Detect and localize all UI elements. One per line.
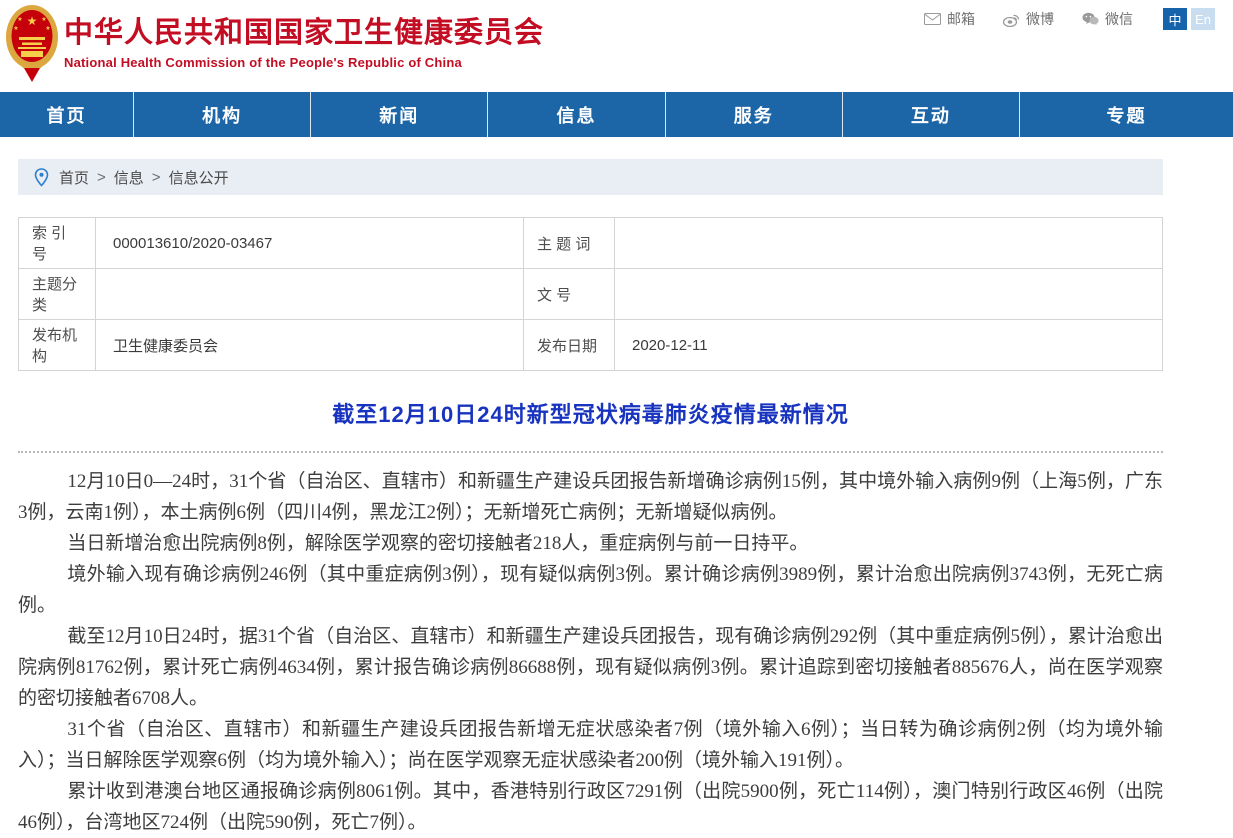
doc-number-label: 文 号	[523, 268, 615, 320]
dotted-divider	[18, 451, 1163, 453]
weibo-link[interactable]: 微博	[1003, 9, 1054, 29]
svg-text:★: ★	[13, 25, 18, 32]
nav-item-home[interactable]: 首页	[0, 92, 134, 137]
article-paragraph: 截至12月10日24时，据31个省（自治区、直辖市）和新疆生产建设兵团报告，现有…	[18, 626, 1163, 709]
article-paragraph: 境外输入现有确诊病例246例（其中重症病例3例），现有疑似病例3例。累计确诊病例…	[18, 564, 1163, 616]
topic-category-value	[95, 268, 524, 320]
breadcrumb-home[interactable]: 首页	[59, 167, 89, 188]
language-toggle: 中 En	[1163, 8, 1215, 30]
location-pin-icon	[34, 167, 49, 187]
subject-word-value	[614, 217, 1163, 269]
weibo-icon	[1003, 12, 1020, 27]
site-header: ★ ★ ★ ★ ★ 中华人民共和国国家卫生健康委员会 National Heal…	[0, 0, 1233, 92]
article-paragraph: 当日新增治愈出院病例8例，解除医学观察的密切接触者218人，重症病例与前一日持平…	[67, 533, 809, 554]
publish-date-value: 2020-12-11	[614, 319, 1163, 371]
nav-item-interact[interactable]: 互动	[843, 92, 1021, 137]
svg-text:★: ★	[45, 25, 50, 32]
site-title: 中华人民共和国国家卫生健康委员会	[64, 17, 545, 49]
table-row: 主题分类 文 号	[18, 268, 1163, 320]
national-emblem-icon: ★ ★ ★ ★ ★	[6, 5, 58, 82]
breadcrumb-info-disclosure[interactable]: 信息公开	[169, 167, 229, 188]
mail-label: 邮箱	[947, 11, 975, 27]
wechat-icon	[1082, 12, 1099, 26]
topic-category-label: 主题分类	[18, 268, 96, 320]
article-paragraph: 12月10日0—24时，31个省（自治区、直辖市）和新疆生产建设兵团报告新增确诊…	[18, 471, 1163, 523]
weibo-label: 微博	[1026, 11, 1054, 27]
nav-item-info[interactable]: 信息	[488, 92, 666, 137]
article-paragraph: 累计收到港澳台地区通报确诊病例8061例。其中，香港特别行政区7291例（出院5…	[18, 781, 1163, 833]
nav-item-news[interactable]: 新闻	[311, 92, 489, 137]
svg-text:★: ★	[17, 16, 22, 23]
lang-zh-button[interactable]: 中	[1163, 8, 1187, 30]
header-quick-links: 邮箱 微博 微信 中 En	[896, 8, 1215, 30]
svg-text:★: ★	[27, 14, 38, 28]
table-row: 发布机构 卫生健康委员会 发布日期 2020-12-11	[18, 319, 1163, 371]
mail-icon	[924, 13, 941, 25]
breadcrumb-separator: >	[97, 168, 106, 186]
breadcrumb: 首页 > 信息 > 信息公开	[18, 159, 1163, 195]
mail-link[interactable]: 邮箱	[924, 9, 975, 29]
wechat-link[interactable]: 微信	[1082, 9, 1133, 29]
lang-en-button[interactable]: En	[1191, 8, 1215, 30]
table-row: 索 引 号 000013610/2020-03467 主 题 词	[18, 217, 1163, 269]
nav-item-orgs[interactable]: 机构	[134, 92, 312, 137]
article-paragraph: 31个省（自治区、直辖市）和新疆生产建设兵团报告新增无症状感染者7例（境外输入6…	[18, 719, 1163, 771]
main-nav: 首页 机构 新闻 信息 服务 互动 专题	[0, 92, 1233, 137]
site-subtitle: National Health Commission of the People…	[64, 55, 462, 70]
publish-date-label: 发布日期	[523, 319, 615, 371]
index-number-value: 000013610/2020-03467	[95, 217, 524, 269]
article-body: 12月10日0—24时，31个省（自治区、直辖市）和新疆生产建设兵团报告新增确诊…	[18, 466, 1163, 838]
article-title: 截至12月10日24时新型冠状病毒肺炎疫情最新情况	[332, 402, 849, 427]
issuing-agency-label: 发布机构	[18, 319, 96, 371]
doc-number-value	[614, 268, 1163, 320]
wechat-label: 微信	[1105, 11, 1133, 27]
info-table: 索 引 号 000013610/2020-03467 主 题 词 主题分类 文 …	[18, 217, 1163, 371]
svg-text:★: ★	[41, 16, 46, 23]
issuing-agency-value: 卫生健康委员会	[95, 319, 524, 371]
nav-item-services[interactable]: 服务	[666, 92, 843, 137]
breadcrumb-info[interactable]: 信息	[114, 167, 144, 188]
nav-item-topics[interactable]: 专题	[1020, 92, 1233, 137]
subject-word-label: 主 题 词	[523, 217, 615, 269]
index-number-label: 索 引 号	[18, 217, 96, 269]
breadcrumb-separator: >	[151, 168, 161, 186]
